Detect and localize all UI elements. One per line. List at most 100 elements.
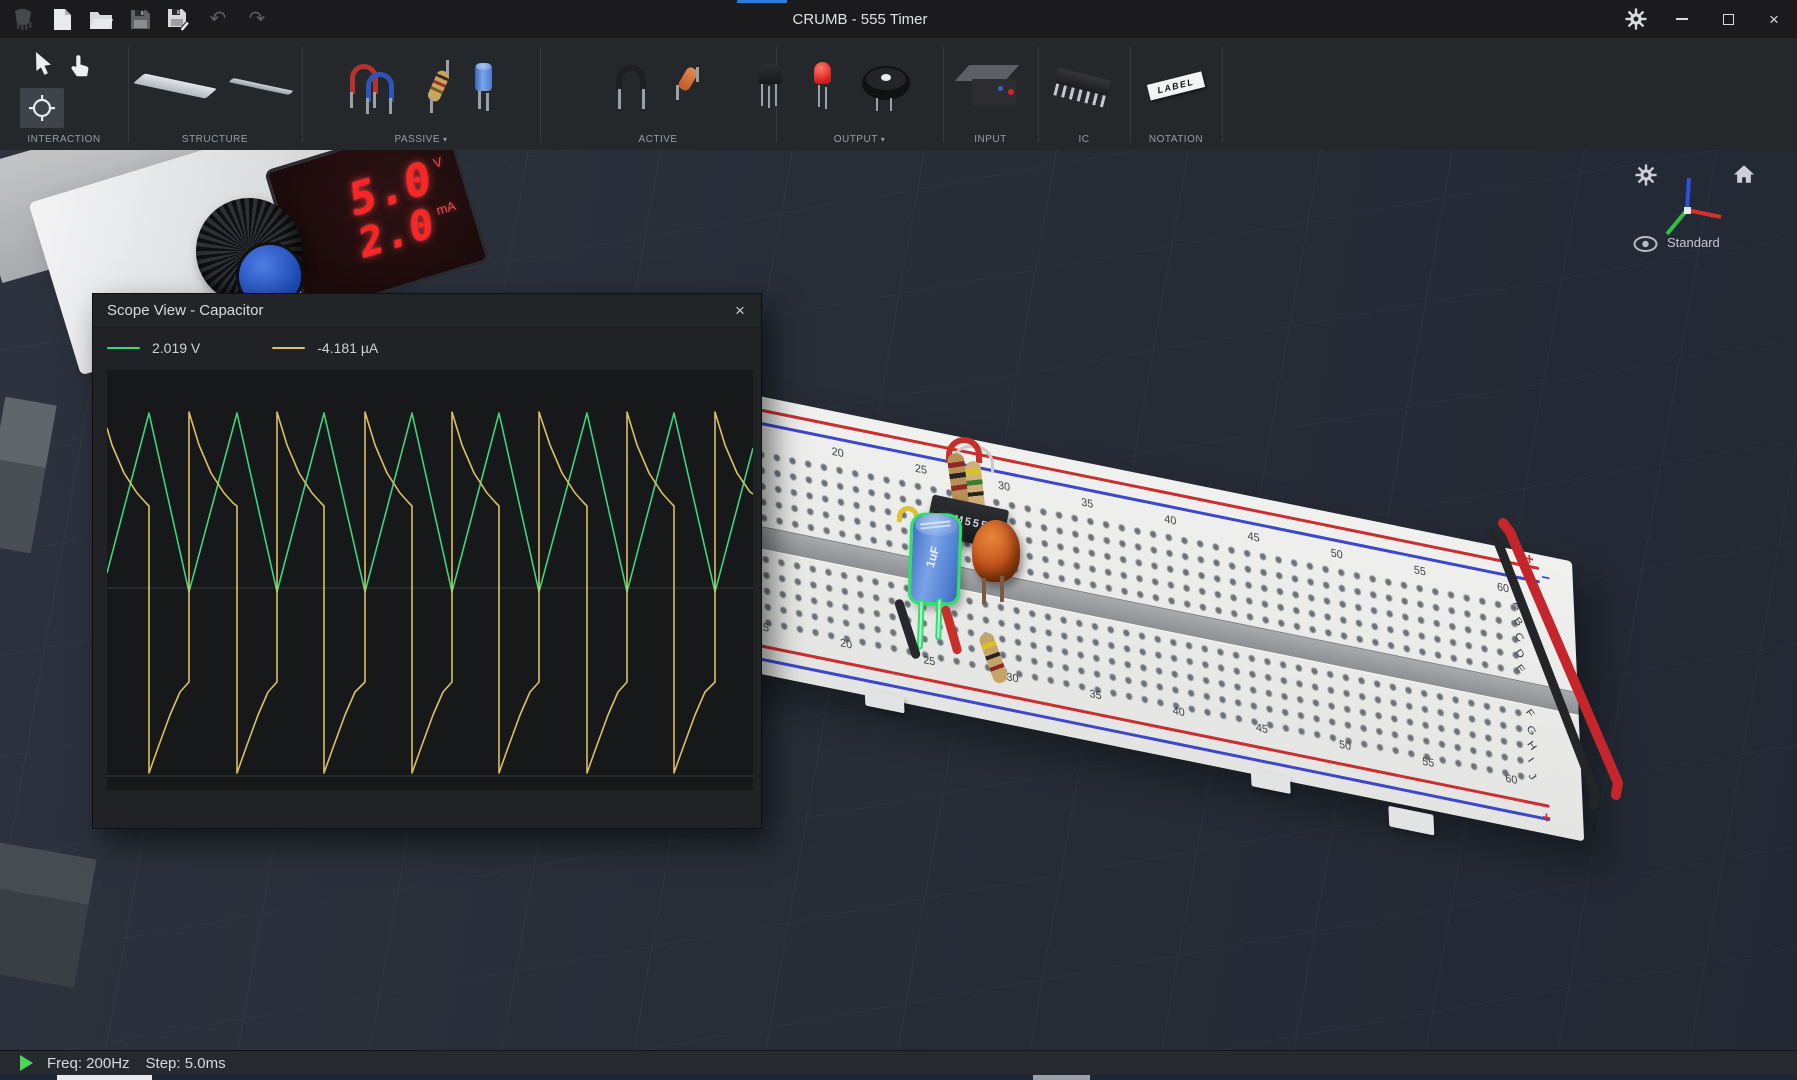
jumper-leg <box>373 92 376 108</box>
scope-close-button[interactable]: × <box>727 298 753 324</box>
scrollbar-segment-white[interactable] <box>57 1075 152 1080</box>
axis-gizmo[interactable] <box>1657 172 1727 241</box>
led-button[interactable] <box>812 60 834 112</box>
psu-knob[interactable] <box>196 198 302 304</box>
view-mode-label[interactable]: Standard <box>1667 235 1720 250</box>
board-row-number: 20 <box>832 445 845 460</box>
toolbar-section-output: OUTPUT▾ <box>776 38 943 150</box>
board-foot <box>1388 806 1434 836</box>
led-leg <box>825 87 827 109</box>
gray-box-3d[interactable] <box>0 397 57 554</box>
led-leg <box>982 578 986 604</box>
board-row-number: 40 <box>1173 705 1186 720</box>
board-row-number: 25 <box>915 462 928 477</box>
board-row-number: 25 <box>923 654 936 669</box>
gray-box-3d[interactable] <box>0 842 97 987</box>
section-label-passive[interactable]: PASSIVE▾ <box>302 134 540 145</box>
buzzer-button[interactable] <box>860 60 912 112</box>
scope-plot <box>107 370 753 790</box>
section-label-active: ACTIVE <box>540 134 776 145</box>
scope-header[interactable]: Scope View - Capacitor × <box>93 294 761 328</box>
redo-button[interactable]: ↷ <box>244 6 270 32</box>
jumper-leg <box>389 98 392 114</box>
board-row-number: 35 <box>1089 688 1102 703</box>
save-button[interactable] <box>127 6 153 32</box>
diode-orange-button[interactable] <box>670 61 704 111</box>
undo-button[interactable]: ↶ <box>205 6 231 32</box>
led-3d[interactable] <box>972 520 1020 582</box>
scope-panel: Scope View - Capacitor × 2.019 V -4.181 … <box>92 293 762 829</box>
board-row-number: 35 <box>1081 496 1094 511</box>
redo-icon: ↷ <box>249 9 266 29</box>
board-row-number: 40 <box>1164 513 1177 528</box>
select-tool-button[interactable] <box>33 52 55 81</box>
play-icon[interactable] <box>20 1055 33 1071</box>
orbit-crosshair-icon <box>28 94 56 122</box>
hand-tool-button[interactable] <box>68 54 92 83</box>
minimize-button[interactable] <box>1659 0 1705 38</box>
open-file-button[interactable] <box>88 6 114 32</box>
label-tag-button[interactable]: LABEL <box>1147 72 1205 101</box>
buzzer-legs <box>876 98 878 111</box>
toolbar-section-structure: STRUCTURE <box>128 38 302 150</box>
home-view-button[interactable] <box>1733 164 1755 189</box>
capacitor-value-label: 1uF <box>923 545 943 570</box>
window-title: CRUMB - 555 Timer <box>730 11 990 28</box>
close-icon: × <box>735 301 745 321</box>
capacitor-leg <box>486 93 489 111</box>
capacitor-3d-selected[interactable]: 1uF <box>911 515 960 603</box>
close-icon: × <box>1769 11 1779 28</box>
capacitor-button[interactable] <box>474 61 494 111</box>
view-mode-button[interactable] <box>1633 236 1658 257</box>
section-label-output[interactable]: OUTPUT▾ <box>776 134 943 145</box>
resistor-button[interactable] <box>422 60 456 112</box>
board-row-number: 50 <box>1330 547 1343 562</box>
status-step: Step: 5.0ms <box>146 1055 226 1072</box>
current-legend-value: -4.181 µA <box>317 340 378 356</box>
rail-minus-label: − <box>1541 568 1550 587</box>
capacitor-leg <box>478 91 481 109</box>
breadboard-part-button[interactable] <box>133 73 217 98</box>
crumb-app-window: ↶ ↷ CRUMB - 555 Timer × <box>0 0 1797 1080</box>
dropdown-arrow-icon: ▾ <box>881 135 886 144</box>
save-as-button[interactable] <box>166 6 192 32</box>
psu-current-unit: mA <box>434 198 457 218</box>
rod-part-button[interactable] <box>228 78 294 95</box>
led-icon <box>814 62 831 84</box>
led-leg <box>818 85 820 107</box>
jumper-leg <box>366 98 369 114</box>
orbit-tool-button[interactable] <box>20 88 64 128</box>
breadboard-3d[interactable]: + − 15202530354045505560 152025303540455… <box>690 382 1584 841</box>
section-label-structure: STRUCTURE <box>128 134 302 145</box>
board-row-number: 55 <box>1422 755 1435 770</box>
scope-title: Scope View - Capacitor <box>107 302 263 319</box>
board-row-number: 50 <box>1339 739 1352 754</box>
transistor-button[interactable] <box>756 60 786 112</box>
gear-icon <box>1635 164 1657 186</box>
scrollbar-segment-gray[interactable] <box>1033 1075 1090 1080</box>
diode-black-button[interactable] <box>612 61 652 111</box>
section-label-notation: NOTATION <box>1130 134 1222 145</box>
minimize-icon <box>1676 18 1688 20</box>
power-supply-button[interactable] <box>958 59 1024 113</box>
voltage-legend-swatch <box>107 347 140 349</box>
eye-icon <box>1633 236 1658 252</box>
power-supply-red-dot <box>1008 89 1014 95</box>
transistor-leg <box>761 84 763 106</box>
settings-button[interactable] <box>1623 6 1649 32</box>
close-button[interactable]: × <box>1751 0 1797 38</box>
diode-leg <box>696 67 699 82</box>
scene-viewport[interactable]: 5.0 V 2.0 mA + − 15202530354045505560 15… <box>0 150 1797 1050</box>
maximize-button[interactable] <box>1705 0 1751 38</box>
board-tab <box>1251 770 1291 794</box>
new-file-button[interactable] <box>49 6 75 32</box>
board-row-number: 30 <box>1006 671 1019 686</box>
viewport-settings-button[interactable] <box>1635 164 1657 191</box>
board-row-number: 20 <box>840 637 853 652</box>
loop-leg <box>618 89 621 109</box>
ic-chip-button[interactable] <box>1052 60 1116 112</box>
led-leg <box>1000 576 1004 602</box>
jumper-wire-button[interactable] <box>348 62 404 110</box>
bottom-strip <box>0 1075 1797 1080</box>
diode-leg <box>676 85 679 100</box>
